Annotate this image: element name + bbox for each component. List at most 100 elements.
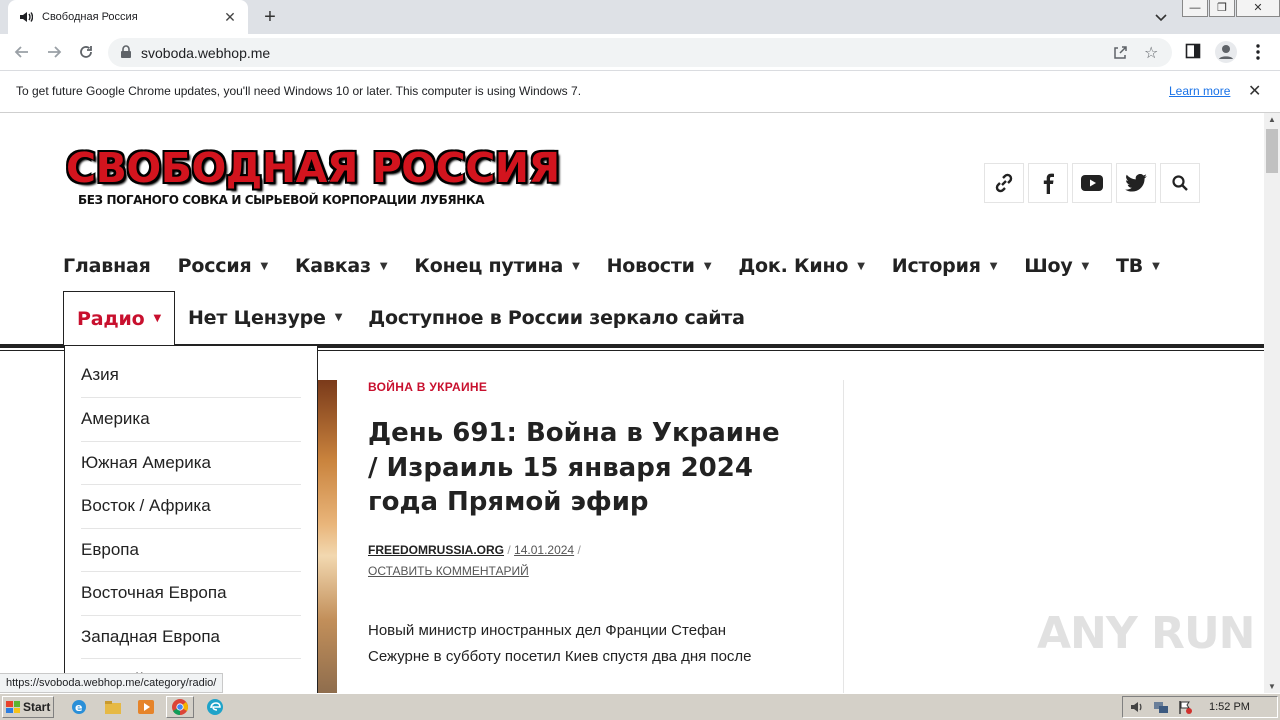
- search-icon[interactable]: [1160, 163, 1200, 203]
- caret-down-icon: ▼: [1081, 260, 1090, 272]
- dropdown-item[interactable]: Восточная Европа: [81, 572, 301, 616]
- meta-separator: /: [507, 542, 511, 557]
- browser-toolbar: svoboda.webhop.me ☆: [0, 34, 1280, 71]
- article-headline[interactable]: День 691: Война в Украине / Израиль 15 я…: [368, 416, 788, 520]
- site-logo[interactable]: СВОБОДНАЯ РОССИЯ БЕЗ ПОГАНОГО СОВКА И СЫ…: [66, 144, 560, 217]
- menu-item-home[interactable]: Главная: [63, 253, 151, 279]
- browser-tab-strip: Свободная Россия ✕ + — ❐ ✕: [0, 0, 1280, 34]
- menu-item-show[interactable]: Шоу ▼: [1024, 253, 1089, 279]
- meta-separator: /: [577, 542, 581, 557]
- url-text[interactable]: svoboda.webhop.me: [141, 45, 270, 61]
- dropdown-item[interactable]: Западная Европа: [81, 616, 301, 659]
- new-tab-button[interactable]: +: [259, 6, 281, 28]
- menu-item-russia[interactable]: Россия ▼: [178, 253, 269, 279]
- dropdown-item[interactable]: Европа: [81, 529, 301, 572]
- caret-down-icon: ▼: [703, 260, 712, 272]
- back-arrow-icon[interactable]: [12, 42, 32, 62]
- action-center-flag-icon[interactable]: [1177, 699, 1195, 717]
- author-link[interactable]: FREEDOMRUSSIA.ORG: [368, 543, 504, 557]
- radio-dropdown-menu: Азия Америка Южная Америка Восток / Афри…: [64, 345, 318, 693]
- main-menu-row-2: Радио ▼ Нет Цензуре ▼ Доступное в России з…: [63, 291, 758, 345]
- menu-item-mirror-site[interactable]: Доступное в России зеркало сайта: [355, 291, 758, 344]
- twitter-icon[interactable]: [1116, 163, 1156, 203]
- start-button[interactable]: Start: [2, 696, 54, 718]
- dropdown-item[interactable]: Восток / Африка: [81, 485, 301, 529]
- article-excerpt: Новый министр иностранных дел Франции Ст…: [368, 621, 752, 665]
- youtube-icon[interactable]: [1072, 163, 1112, 203]
- menu-item-radio[interactable]: Радио ▼: [63, 291, 175, 345]
- reload-icon[interactable]: [76, 42, 96, 62]
- forward-arrow-icon[interactable]: [44, 42, 64, 62]
- caret-down-icon: ▼: [260, 260, 268, 272]
- bookmark-star-icon[interactable]: ☆: [1144, 43, 1158, 63]
- scroll-up-arrow-icon[interactable]: ▲: [1268, 115, 1276, 124]
- caret-down-icon: ▼: [334, 312, 343, 323]
- status-url-bubble: https://svoboda.webhop.me/category/radio…: [0, 673, 224, 693]
- caret-down-icon: ▼: [572, 260, 580, 272]
- infobar-close-icon[interactable]: ✕: [1248, 81, 1261, 101]
- article: ВОЙНА В УКРАИНЕ День 691: Война в Украин…: [368, 380, 788, 670]
- tab-close-icon[interactable]: ✕: [222, 9, 238, 26]
- sidebar-divider: [843, 380, 844, 693]
- menu-item-end-of-putin[interactable]: Конец путина ▼: [414, 253, 579, 279]
- scroll-down-arrow-icon[interactable]: ▼: [1268, 682, 1276, 691]
- volume-icon[interactable]: [1129, 699, 1147, 717]
- side-panel-icon[interactable]: [1185, 41, 1201, 66]
- chrome-taskbar-icon[interactable]: [166, 696, 194, 718]
- main-menu-row-1: Главная Россия ▼ Кавказ ▼ Конец путина ▼ Но…: [63, 253, 1187, 279]
- caret-down-icon: ▼: [379, 260, 388, 272]
- dropdown-item[interactable]: Америка: [81, 398, 301, 442]
- media-player-icon[interactable]: [137, 698, 155, 716]
- article-meta: FREEDOMRUSSIA.ORG / 14.01.2024 / ОСТАВИТ…: [368, 540, 788, 582]
- caret-down-icon: ▼: [989, 260, 998, 272]
- window-controls: — ❐ ✕: [1181, 0, 1280, 18]
- system-tray: 1:52 PM: [1122, 696, 1278, 718]
- share-icon[interactable]: [1112, 44, 1128, 65]
- menu-item-no-censorship[interactable]: Нет Цензуре ▼: [175, 291, 355, 344]
- tab-title: Свободная Россия: [42, 11, 138, 23]
- menu-item-history[interactable]: История ▼: [892, 253, 998, 279]
- tab-search-chevron-icon[interactable]: [1152, 8, 1170, 26]
- facebook-icon[interactable]: [1028, 163, 1068, 203]
- audio-playing-icon: [18, 9, 34, 25]
- update-infobar: To get future Google Chrome updates, you…: [0, 71, 1280, 113]
- lock-icon[interactable]: [120, 45, 132, 64]
- infobar-message: To get future Google Chrome updates, you…: [16, 84, 582, 98]
- taskbar-clock[interactable]: 1:52 PM: [1209, 701, 1250, 713]
- menu-item-caucasus[interactable]: Кавказ ▼: [295, 253, 388, 279]
- windows-taskbar: Start e 1:52 PM: [0, 693, 1280, 720]
- profile-avatar-icon[interactable]: [1214, 40, 1238, 69]
- leave-comment-link[interactable]: ОСТАВИТЬ КОММЕНТАРИЙ: [368, 564, 529, 578]
- anyrun-watermark: ANY RUN: [1037, 608, 1255, 659]
- social-links: [984, 163, 1200, 203]
- menu-item-news[interactable]: Новости ▼: [607, 253, 712, 279]
- menu-item-documentaries[interactable]: Док. Кино ▼: [738, 253, 865, 279]
- network-icon[interactable]: [1153, 699, 1171, 717]
- dropdown-item[interactable]: Азия: [81, 346, 301, 398]
- caret-down-icon: ▼: [1152, 260, 1160, 272]
- edge-icon[interactable]: [206, 698, 224, 716]
- window-close-button[interactable]: ✕: [1236, 0, 1280, 17]
- file-explorer-icon[interactable]: [104, 698, 122, 716]
- svg-text:e: e: [75, 701, 82, 714]
- web-page: СВОБОДНАЯ РОССИЯ БЕЗ ПОГАНОГО СОВКА И СЫ…: [0, 113, 1264, 693]
- caret-down-icon: ▼: [153, 313, 161, 324]
- address-bar[interactable]: svoboda.webhop.me ☆: [108, 38, 1172, 67]
- internet-explorer-icon[interactable]: e: [70, 698, 88, 716]
- learn-more-link[interactable]: Learn more: [1169, 84, 1230, 98]
- caret-down-icon: ▼: [857, 260, 865, 272]
- menu-item-tv[interactable]: ТВ ▼: [1116, 253, 1160, 279]
- page-scrollbar[interactable]: ▲ ▼: [1264, 113, 1280, 693]
- minimize-button[interactable]: —: [1182, 0, 1208, 17]
- date-link[interactable]: 14.01.2024: [514, 543, 574, 557]
- browser-tab[interactable]: Свободная Россия ✕: [8, 0, 248, 34]
- dropdown-item[interactable]: Южная Америка: [81, 442, 301, 485]
- logo-subtitle: БЕЗ ПОГАНОГО СОВКА И СЫРЬЕВОЙ КОРПОРАЦИИ…: [78, 193, 485, 207]
- logo-title: СВОБОДНАЯ РОССИЯ: [66, 144, 560, 192]
- article-category-link[interactable]: ВОЙНА В УКРАИНЕ: [368, 380, 788, 394]
- scrollbar-thumb[interactable]: [1266, 129, 1278, 173]
- restore-button[interactable]: ❐: [1209, 0, 1235, 17]
- link-icon[interactable]: [984, 163, 1024, 203]
- kebab-menu-icon[interactable]: [1250, 43, 1266, 66]
- featured-image[interactable]: [318, 380, 337, 693]
